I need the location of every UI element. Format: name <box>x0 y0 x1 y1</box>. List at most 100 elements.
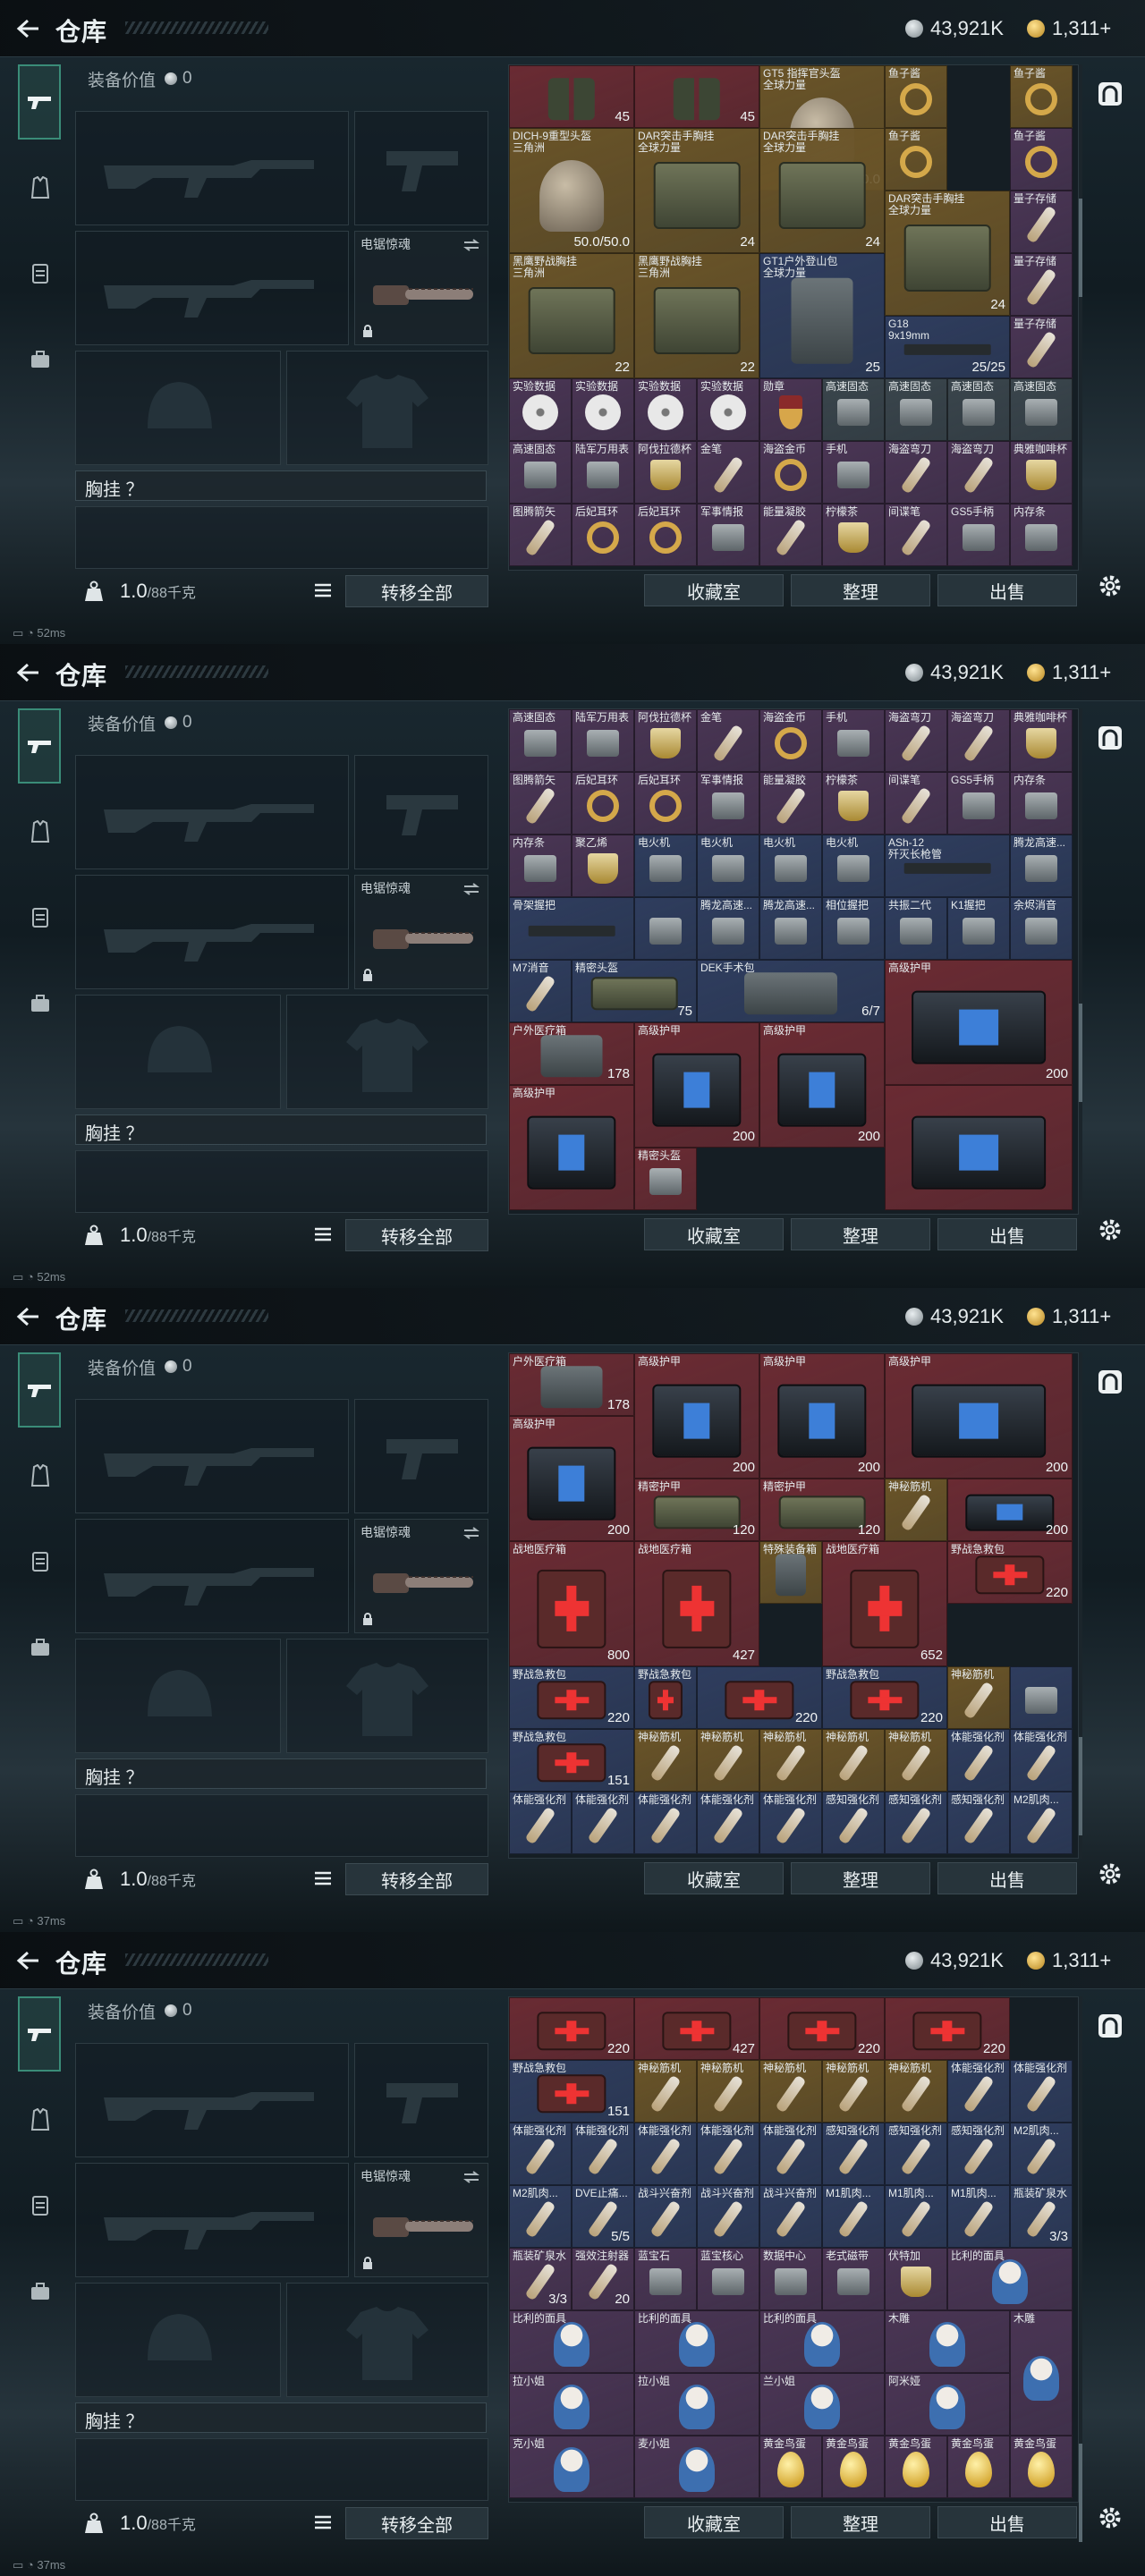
storage-item[interactable]: 能量凝胶 <box>759 772 822 835</box>
storage-item[interactable]: DVE止痛... 5/5 <box>572 2185 634 2248</box>
back-button[interactable] <box>13 1946 43 1975</box>
primary-weapon-slot[interactable] <box>75 111 349 225</box>
sort-button[interactable]: 整理 <box>791 1218 930 1250</box>
storage-item[interactable]: DICH-9重型头盔 三角洲 50.0/50.0 <box>509 128 634 253</box>
storage-item[interactable]: 高速固态 <box>885 378 947 441</box>
sort-button[interactable]: 整理 <box>791 574 930 606</box>
storage-item[interactable]: 兰小姐 <box>759 2373 885 2436</box>
storage-item[interactable]: 电火机 <box>697 835 759 897</box>
scrollbar-thumb[interactable] <box>1079 1004 1082 1102</box>
storage-item[interactable]: 高级护甲 200 <box>634 1353 759 1479</box>
list-menu-button[interactable] <box>310 577 336 604</box>
storage-scrollbar[interactable] <box>1079 64 1082 571</box>
storage-item[interactable]: 量子存储 <box>1010 316 1073 378</box>
storage-item[interactable]: 麦小姐 <box>634 2436 759 2498</box>
helmet-slot[interactable] <box>75 1639 281 1753</box>
storage-item[interactable]: 高速固态 <box>1010 378 1073 441</box>
storage-item[interactable]: 黑鹰野战胸挂 三角洲 22 <box>509 253 634 378</box>
storage-item[interactable]: 勋章 <box>759 378 822 441</box>
storage-item[interactable]: 战斗兴奋剂 <box>634 2185 697 2248</box>
storage-item[interactable]: 瓶装矿泉水 3/3 <box>1010 2185 1073 2248</box>
storage-item[interactable]: 高级护甲 200 <box>759 1022 885 1148</box>
storage-item[interactable]: 实验数据 <box>509 378 572 441</box>
melee-slot[interactable]: 电锯惊魂 <box>354 2163 488 2277</box>
storage-item[interactable]: 电火机 <box>822 835 885 897</box>
storage-item[interactable]: 比利的面具 <box>509 2310 634 2373</box>
silver-currency[interactable]: 43,921K <box>905 16 1004 41</box>
storage-item[interactable]: DEK手术包 6/7 <box>697 960 885 1022</box>
storage-item[interactable]: 海盗金币 <box>759 709 822 772</box>
storage-item[interactable]: 感知强化剂 <box>822 1792 885 1854</box>
nav-armor[interactable] <box>18 1438 61 1513</box>
storage-item[interactable]: 海盗弯刀 <box>885 441 947 504</box>
storage-item[interactable]: 内存条 <box>1010 504 1073 566</box>
gold-currency[interactable]: 1,311+ <box>1027 660 1111 685</box>
storage-item[interactable]: 共振二代 <box>885 897 947 960</box>
storage-item[interactable]: 腾龙高速... <box>759 897 822 960</box>
storage-item[interactable]: 木雕 <box>885 2310 1010 2373</box>
secondary-weapon-slot[interactable] <box>75 875 349 989</box>
storage-item[interactable]: 海盗弯刀 <box>947 709 1010 772</box>
storage-item[interactable]: 骨架握把 <box>509 897 634 960</box>
silver-currency[interactable]: 43,921K <box>905 660 1004 685</box>
settings-button[interactable] <box>1095 571 1125 601</box>
storage-item[interactable]: 黄金鸟蛋 <box>885 2436 947 2498</box>
secondary-weapon-slot[interactable] <box>75 1519 349 1633</box>
back-button[interactable] <box>13 1302 43 1331</box>
storage-item[interactable]: 阿伐拉德杯 <box>634 709 697 772</box>
storage-item[interactable]: 45 <box>509 65 634 128</box>
storage-item[interactable]: 神秘筋机 <box>634 2060 697 2123</box>
storage-item[interactable]: 蓝宝核心 <box>697 2248 759 2310</box>
storage-item[interactable]: 黄金鸟蛋 <box>759 2436 822 2498</box>
storage-item[interactable]: 感知强化剂 <box>885 1792 947 1854</box>
storage-item[interactable]: 手机 <box>822 709 885 772</box>
back-button[interactable] <box>13 14 43 43</box>
backpack-slot[interactable] <box>75 1794 488 1857</box>
storage-item[interactable]: 220 <box>885 1997 1010 2060</box>
pistol-slot[interactable] <box>354 111 488 225</box>
storage-item[interactable]: 量子存储 <box>1010 253 1073 316</box>
storage-item[interactable]: 神秘筋机 <box>697 1729 759 1792</box>
nav-armor[interactable] <box>18 794 61 869</box>
nav-rig[interactable] <box>18 880 61 955</box>
storage-item[interactable]: 高速固态 <box>822 378 885 441</box>
storage-item[interactable]: 体能强化剂 <box>947 1729 1010 1792</box>
storage-item[interactable]: 户外医疗箱 178 <box>509 1353 634 1416</box>
storage-item[interactable]: 内存条 <box>509 835 572 897</box>
storage-item[interactable] <box>885 1085 1073 1210</box>
storage-item[interactable]: 精密护甲 120 <box>634 1479 759 1541</box>
storage-item[interactable]: 感知强化剂 <box>947 2123 1010 2185</box>
storage-item[interactable]: 427 <box>634 1997 759 2060</box>
vault-button[interactable] <box>1095 1367 1125 1397</box>
list-menu-button[interactable] <box>310 1865 336 1892</box>
storage-item[interactable]: M1肌肉... <box>822 2185 885 2248</box>
chest-rig-slot[interactable]: 胸挂 ？ <box>75 470 487 501</box>
storage-item[interactable]: 220 <box>509 1997 634 2060</box>
nav-armor[interactable] <box>18 2082 61 2157</box>
body-armor-slot[interactable] <box>286 1639 488 1753</box>
storage-item[interactable]: 克小姐 <box>509 2436 634 2498</box>
storage-item[interactable]: 余烬消音 <box>1010 897 1073 960</box>
gold-currency[interactable]: 1,311+ <box>1027 16 1111 41</box>
storage-item[interactable]: 特殊装备箱 <box>759 1541 822 1604</box>
storage-item[interactable]: 内存条 <box>1010 772 1073 835</box>
nav-rig[interactable] <box>18 1524 61 1599</box>
settings-button[interactable] <box>1095 1215 1125 1245</box>
nav-weapons[interactable] <box>18 1996 61 2072</box>
storage-item[interactable]: 精密头盔 75 <box>572 960 697 1022</box>
storage-item[interactable]: 战地医疗箱 800 <box>509 1541 634 1666</box>
storage-item[interactable]: 精密护甲 120 <box>759 1479 885 1541</box>
storage-item[interactable]: 高级护甲 200 <box>759 1353 885 1479</box>
settings-button[interactable] <box>1095 1859 1125 1889</box>
storage-item[interactable]: 体能强化剂 <box>634 2123 697 2185</box>
storage-item[interactable]: 老式磁带 <box>822 2248 885 2310</box>
storage-item[interactable]: 200 <box>947 1479 1073 1541</box>
storage-item[interactable]: 感知强化剂 <box>947 1792 1010 1854</box>
storage-item[interactable] <box>634 897 697 960</box>
backpack-slot[interactable] <box>75 506 488 569</box>
sort-button[interactable]: 整理 <box>791 2506 930 2538</box>
secondary-weapon-slot[interactable] <box>75 2163 349 2277</box>
storage-item[interactable]: GS5手柄 <box>947 504 1010 566</box>
transfer-all-button[interactable]: 转移全部 <box>345 1863 488 1895</box>
storage-item[interactable]: 高级护甲 <box>509 1085 634 1210</box>
